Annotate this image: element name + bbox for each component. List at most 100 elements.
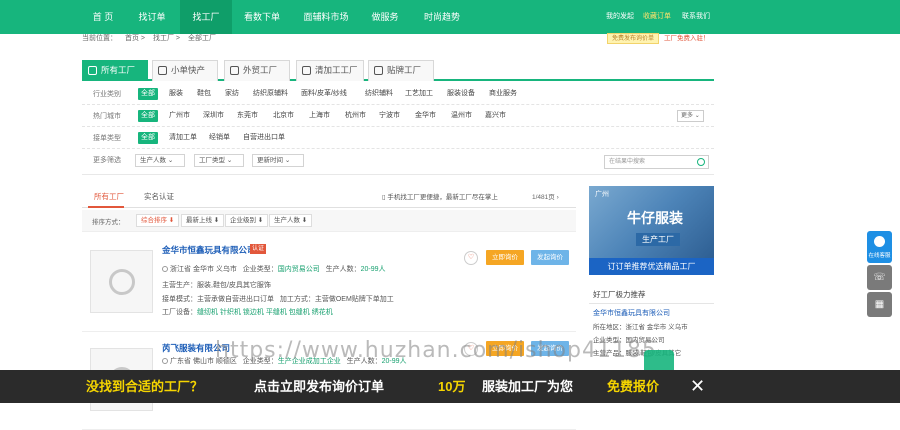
- factory-icon: [88, 66, 97, 75]
- ad-subtitle: 生产工厂: [636, 233, 680, 246]
- page-indicator: 1/481页 ›: [532, 194, 559, 201]
- recommend-company[interactable]: 金华市恒鑫玩具有限公司: [593, 308, 714, 318]
- verified-badge: 认证: [250, 244, 267, 254]
- filter-option[interactable]: 全部: [138, 110, 158, 122]
- nav-saved-orders[interactable]: 收藏订单: [643, 0, 671, 34]
- factory-equipment: 工厂设备：缝纫机 针织机 锁边机 平缝机 包缝机 绣花机: [162, 309, 333, 316]
- online-service-button[interactable]: 在线客服: [867, 231, 892, 263]
- breadcrumb-find-factory[interactable]: 找工厂: [153, 35, 174, 42]
- filter-city: 热门城市 全部 广州市 深圳市 东莞市 北京市 上海市 杭州市 宁波市 金华市 …: [82, 105, 714, 127]
- nav-find-orders[interactable]: 找订单: [126, 0, 178, 34]
- factory-logo[interactable]: [90, 250, 153, 313]
- filter-option[interactable]: 商业服务: [486, 88, 520, 100]
- filter-label: 接单类型: [93, 135, 121, 142]
- nav-my-posts[interactable]: 我的发起: [606, 0, 634, 34]
- factory-type-tabs: 所有工厂 小单快产 外贸工厂 清加工工厂 贴牌工厂: [82, 60, 714, 81]
- sort-label: 排序方式：: [92, 219, 125, 226]
- filter-option[interactable]: 宁波市: [376, 110, 403, 122]
- nav-order-by-data[interactable]: 看数下单: [234, 0, 290, 34]
- tab-small-orders[interactable]: 小单快产: [152, 60, 218, 81]
- recommend-line: 所在地区：浙江省 金华市 义乌市: [593, 324, 688, 331]
- sort-bar: 排序方式： 综合排序 ⬇ 最新上线 ⬇ 企业级别 ⬇ 生产人数 ⬇: [82, 210, 576, 232]
- list-tab-verified[interactable]: 实名认证: [144, 191, 174, 202]
- filter-option[interactable]: 上海市: [306, 110, 333, 122]
- factory-type-select[interactable]: 工厂类型 ⌄: [194, 154, 244, 167]
- chat-icon: [874, 236, 885, 247]
- filter-option[interactable]: 全部: [138, 132, 158, 144]
- location-pin-icon: [162, 266, 168, 273]
- filter-option[interactable]: 纺织辅料: [362, 88, 396, 100]
- nav-contact-us[interactable]: 联系我们: [682, 0, 710, 34]
- chevron-down-icon: ⌄: [284, 157, 291, 164]
- nav-materials-market[interactable]: 面辅料市场: [296, 0, 356, 34]
- filter-option[interactable]: 服装设备: [444, 88, 478, 100]
- breadcrumb-home[interactable]: 首页: [125, 35, 139, 42]
- mobile-tip[interactable]: ▯ 手机找工厂更便捷，最新工厂尽在掌上: [382, 191, 498, 201]
- bottom-promo-bar[interactable]: 没找到合适的工厂？ 点击立即发布询价订单 10万 服装加工厂为您 免费报价 ✕: [0, 370, 900, 403]
- filter-label: 热门城市: [93, 113, 121, 120]
- document-icon: [158, 66, 167, 75]
- qr-code-icon: ▦: [874, 299, 885, 310]
- filter-option[interactable]: 杭州市: [342, 110, 369, 122]
- filter-label: 更多筛选: [93, 157, 121, 164]
- filter-option[interactable]: 深圳市: [200, 110, 227, 122]
- phone-button[interactable]: ☏: [867, 265, 892, 290]
- filter-option[interactable]: 鞋包: [194, 88, 214, 100]
- nav-find-factory[interactable]: 找工厂: [180, 0, 232, 34]
- search-icon[interactable]: [697, 158, 705, 166]
- filter-option[interactable]: 自营进出口单: [240, 132, 288, 144]
- filter-option[interactable]: 嘉兴市: [482, 110, 509, 122]
- more-cities-button[interactable]: 更多 ⌄: [677, 110, 704, 122]
- inquiry-button[interactable]: 立即询价: [486, 250, 524, 265]
- publish-inquiry-button[interactable]: 免费发布询价单: [607, 33, 660, 44]
- headcount-select[interactable]: 生产人数 ⌄: [135, 154, 185, 167]
- sort-level-button[interactable]: 企业级别 ⬇: [225, 214, 269, 227]
- nav-services[interactable]: 做服务: [362, 0, 408, 34]
- active-tab-indicator: [88, 206, 124, 208]
- filter-option[interactable]: 清加工单: [166, 132, 200, 144]
- qr-code-button[interactable]: ▦: [867, 292, 892, 317]
- nav-home[interactable]: 首 页: [82, 0, 124, 34]
- filter-option[interactable]: 服装: [166, 88, 186, 100]
- update-time-select[interactable]: 更新时间 ⌄: [252, 154, 304, 167]
- sort-default-button[interactable]: 综合排序 ⬇: [136, 214, 180, 227]
- factory-name-link[interactable]: 金华市恒鑫玩具有限公司: [162, 244, 256, 256]
- top-nav: 首 页 找订单 找工厂 看数下单 面辅料市场 做服务 时尚趋势 我的发起 收藏订…: [0, 0, 900, 34]
- search-in-results-input[interactable]: 在结果中搜索: [604, 155, 709, 169]
- contact-button[interactable]: 发起询价: [531, 250, 569, 265]
- factory-join-link[interactable]: 工厂免费入驻！: [664, 33, 710, 45]
- filter-option[interactable]: 全部: [138, 88, 158, 100]
- list-tab-all[interactable]: 所有工厂: [94, 191, 124, 202]
- chevron-down-icon: ⌄: [167, 157, 174, 164]
- filter-option[interactable]: 纺织原辅料: [250, 88, 291, 100]
- promo-count: 10万: [438, 379, 466, 394]
- filter-option[interactable]: 东莞市: [234, 110, 261, 122]
- watermark: https://www.huzhan.com/ishop41185: [215, 338, 657, 363]
- ad-city-label: 广州: [595, 191, 609, 198]
- filter-option[interactable]: 家纺: [222, 88, 242, 100]
- tab-export-factories[interactable]: 外贸工厂: [224, 60, 290, 81]
- filter-option[interactable]: 北京市: [270, 110, 297, 122]
- filter-option[interactable]: 金华市: [412, 110, 439, 122]
- tab-all-factories[interactable]: 所有工厂: [82, 60, 148, 81]
- filter-option[interactable]: 温州市: [448, 110, 475, 122]
- close-icon[interactable]: ✕: [690, 370, 705, 403]
- tab-oem-factories[interactable]: 贴牌工厂: [368, 60, 434, 81]
- filter-option[interactable]: 经销单: [206, 132, 233, 144]
- nav-fashion-trends[interactable]: 时尚趋势: [414, 0, 470, 34]
- filter-option[interactable]: 广州市: [166, 110, 193, 122]
- denim-factory-ad[interactable]: 广州 牛仔服装 生产工厂 订订单推荐优选精品工厂: [589, 186, 714, 275]
- sort-newest-button[interactable]: 最新上线 ⬇: [181, 214, 225, 227]
- factory-main-products: 主营生产：服装,鞋包/皮具其它服饰: [162, 282, 271, 289]
- breadcrumb-prefix: 当前位置：: [82, 35, 117, 42]
- filter-option[interactable]: 面料/皮革/纱线: [298, 88, 350, 100]
- filter-option[interactable]: 工艺加工: [402, 88, 436, 100]
- sort-headcount-button[interactable]: 生产人数 ⬇: [269, 214, 313, 227]
- phone-icon: ☏: [873, 272, 886, 283]
- filter-order-type: 接单类型 全部 清加工单 经销单 自营进出口单: [82, 127, 714, 149]
- tab-processing-factories[interactable]: 清加工工厂: [296, 60, 364, 81]
- heart-icon[interactable]: ♡: [464, 251, 478, 265]
- chevron-right-icon[interactable]: ›: [557, 194, 559, 201]
- breadcrumb-current: 全部工厂: [187, 35, 216, 42]
- globe-icon: [230, 66, 239, 75]
